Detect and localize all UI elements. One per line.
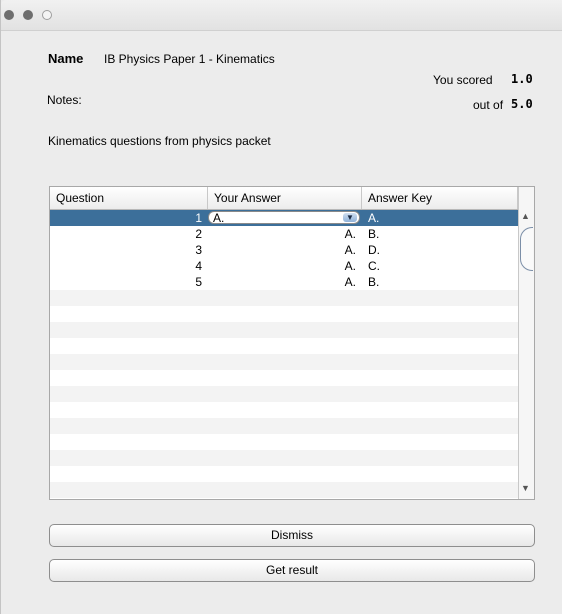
notes-label: Notes: <box>47 93 82 107</box>
your-answer-cell[interactable]: A. <box>208 242 356 258</box>
your-answer-cell[interactable]: A. <box>208 274 356 290</box>
question-cell: 2 <box>195 227 202 241</box>
name-label: Name <box>48 51 84 66</box>
answer-key-cell: D. <box>368 243 380 257</box>
empty-row <box>50 466 518 482</box>
zoom-window-icon[interactable] <box>42 10 52 20</box>
table-row[interactable]: 2 A. B. <box>50 226 518 242</box>
out-of-value: 5.0 <box>511 97 533 111</box>
scroll-up-arrow-icon[interactable]: ▲ <box>521 211 530 221</box>
your-answer-cell[interactable]: A. <box>208 226 356 242</box>
empty-row <box>50 482 518 498</box>
table-row[interactable]: 3 A. D. <box>50 242 518 258</box>
dialog-window: Name IB Physics Paper 1 - Kinematics You… <box>0 0 562 614</box>
scrollbar-thumb[interactable] <box>520 227 533 271</box>
empty-row <box>50 386 518 402</box>
question-cell: 4 <box>195 259 202 273</box>
quiz-name: IB Physics Paper 1 - Kinematics <box>104 52 275 66</box>
table-row[interactable]: 4 A. C. <box>50 258 518 274</box>
question-cell: 3 <box>195 243 202 257</box>
question-cell: 5 <box>195 275 202 289</box>
empty-row <box>50 402 518 418</box>
answer-key-cell: B. <box>368 227 380 241</box>
close-window-icon[interactable] <box>4 10 14 20</box>
empty-row <box>50 322 518 338</box>
column-header-your-answer[interactable]: Your Answer <box>208 187 362 209</box>
dismiss-button[interactable]: Dismiss <box>49 524 535 547</box>
scroll-down-arrow-icon[interactable]: ▼ <box>521 483 530 493</box>
answers-table[interactable]: Question Your Answer Answer Key 1 A. ▼ A… <box>49 186 535 500</box>
column-header-answer-key[interactable]: Answer Key <box>362 187 518 209</box>
question-cell: 1 <box>195 211 202 225</box>
score-value: 1.0 <box>511 72 533 86</box>
your-answer-cell[interactable]: A. <box>208 258 356 274</box>
get-result-button[interactable]: Get result <box>49 559 535 582</box>
chevron-down-icon[interactable]: ▼ <box>343 213 357 222</box>
answer-key-cell: A. <box>368 211 380 225</box>
table-row[interactable]: 5 A. B. <box>50 274 518 290</box>
answer-dropdown[interactable]: A. ▼ <box>208 211 360 225</box>
score-label: You scored <box>433 73 493 87</box>
table-row[interactable]: 1 A. ▼ A. <box>50 210 518 226</box>
empty-row <box>50 338 518 354</box>
column-header-question[interactable]: Question <box>50 187 208 209</box>
table-header: Question Your Answer Answer Key <box>50 187 518 210</box>
empty-row <box>50 306 518 322</box>
title-bar <box>1 0 562 31</box>
table-body: 1 A. ▼ A. 2 A. B. 3 A. D. 4 A. C. 5 A. B… <box>50 210 518 499</box>
out-of-label: out of <box>473 98 504 112</box>
empty-row <box>50 434 518 450</box>
answer-key-cell: B. <box>368 275 380 289</box>
empty-row <box>50 290 518 306</box>
minimize-window-icon[interactable] <box>23 10 33 20</box>
empty-row <box>50 450 518 466</box>
answer-dropdown-value: A. <box>213 211 225 225</box>
notes-text: Kinematics questions from physics packet <box>48 134 271 148</box>
vertical-scrollbar[interactable]: ▲ ▼ <box>518 187 534 499</box>
empty-row <box>50 370 518 386</box>
empty-row <box>50 354 518 370</box>
answer-key-cell: C. <box>368 259 380 273</box>
empty-row <box>50 418 518 434</box>
